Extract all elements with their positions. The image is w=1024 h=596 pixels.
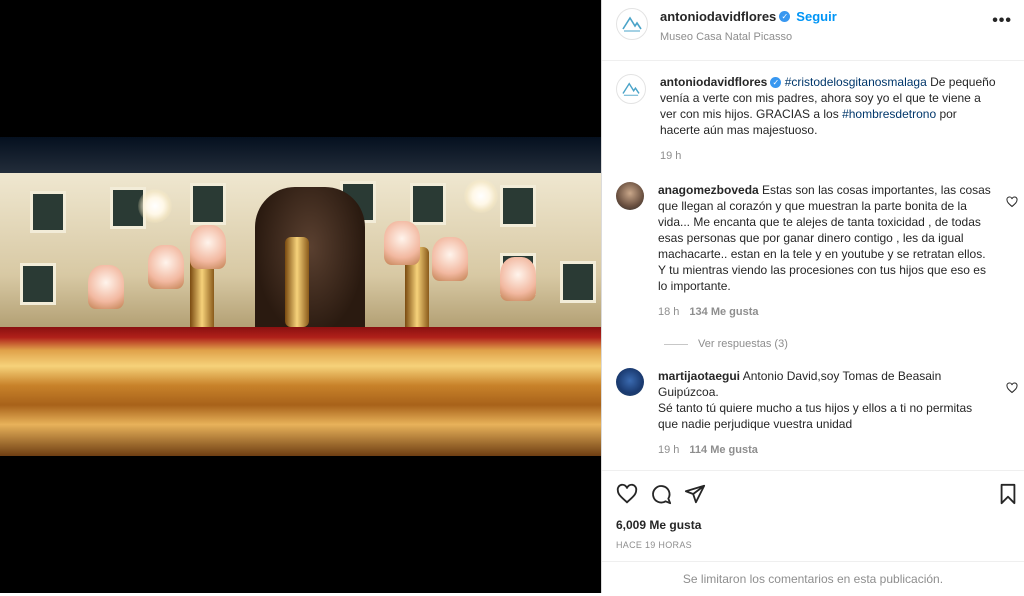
- comment-likes[interactable]: 134 Me gusta: [689, 306, 758, 318]
- post-media[interactable]: [0, 0, 601, 593]
- post-sidebar: antoniodavidflores ✓ Seguir Museo Casa Nat…: [601, 0, 1024, 593]
- comments-section[interactable]: antoniodavidflores ✓ #cristodelosgitanosm…: [602, 60, 1024, 470]
- photo-sky: [0, 137, 601, 177]
- like-comment-icon[interactable]: [1006, 196, 1018, 208]
- header-text: antoniodavidflores ✓ Seguir Museo Casa Nat…: [660, 8, 837, 43]
- replies-divider: [664, 343, 688, 345]
- hashtag-link[interactable]: #cristodelosgitanosmalaga: [785, 75, 927, 89]
- caption: antoniodavidflores ✓ #cristodelosgitanosm…: [602, 74, 1024, 164]
- candle-light: [88, 265, 124, 309]
- like-comment-icon[interactable]: [1006, 382, 1018, 394]
- comment-text: Estas son las cosas importantes, las cos…: [658, 183, 991, 293]
- candle-light: [384, 221, 420, 265]
- caption-username[interactable]: antoniodavidflores: [660, 75, 767, 89]
- hashtag-link[interactable]: #hombresdetrono: [842, 107, 936, 121]
- commenter-avatar[interactable]: [616, 182, 644, 210]
- comment-username[interactable]: martijaotaegui: [658, 369, 740, 383]
- candle-light: [432, 237, 468, 281]
- verified-icon: ✓: [770, 77, 782, 89]
- logo-icon: [622, 16, 642, 32]
- verified-icon: ✓: [779, 11, 791, 23]
- photo-window: [560, 261, 596, 303]
- street-lamp-light: [464, 179, 498, 213]
- photo-window: [500, 185, 536, 227]
- candle-light: [500, 257, 536, 301]
- likes-count[interactable]: 6,009 Me gusta: [616, 518, 701, 532]
- comment-text-continued: Sé tanto tú quiere mucho a tus hijos y e…: [658, 401, 973, 431]
- save-bookmark-icon[interactable]: [998, 483, 1018, 505]
- post-time[interactable]: HACE 19 HORAS: [616, 540, 692, 550]
- comment-item: anagomezboveda Estas son las cosas impor…: [602, 182, 1024, 320]
- logo-icon: [622, 82, 640, 96]
- view-replies-label: Ver respuestas (3): [698, 338, 788, 350]
- comment-time[interactable]: 19 h: [658, 444, 679, 456]
- comment-icon[interactable]: [650, 483, 672, 505]
- action-bar: [602, 470, 1024, 511]
- candle-light: [148, 245, 184, 289]
- comment-time[interactable]: 18 h: [658, 306, 679, 318]
- commenter-avatar[interactable]: [616, 368, 644, 396]
- street-lamp-light: [138, 189, 172, 223]
- comment-username[interactable]: anagomezboveda: [658, 183, 759, 197]
- comment-body: martijaotaegui Antonio David,soy Tomas d…: [658, 368, 994, 458]
- caption-time[interactable]: 19 h: [660, 148, 996, 164]
- more-options-icon[interactable]: •••: [992, 12, 1012, 30]
- share-icon[interactable]: [684, 483, 706, 505]
- comment-likes[interactable]: 114 Me gusta: [689, 444, 757, 456]
- caption-body: antoniodavidflores ✓ #cristodelosgitanosm…: [660, 74, 996, 164]
- comment-item: martijaotaegui Antonio David,soy Tomas d…: [602, 368, 1024, 458]
- comments-limited-notice: Se limitaron los comentarios en esta pub…: [602, 561, 1024, 594]
- avatar[interactable]: [616, 8, 648, 40]
- comment-body: anagomezboveda Estas son las cosas impor…: [658, 182, 994, 320]
- follow-button[interactable]: Seguir: [796, 9, 836, 24]
- caption-avatar[interactable]: [616, 74, 646, 104]
- header-username[interactable]: antoniodavidflores: [660, 9, 776, 24]
- like-icon[interactable]: [616, 483, 638, 505]
- photo-throne: [0, 327, 601, 456]
- view-replies-button[interactable]: Ver respuestas (3): [664, 338, 788, 350]
- candle-light: [190, 225, 226, 269]
- post-photo[interactable]: [0, 137, 601, 456]
- location-link[interactable]: Museo Casa Natal Picasso: [660, 31, 837, 43]
- post-header: antoniodavidflores ✓ Seguir Museo Casa Nat…: [602, 0, 1024, 61]
- photo-window: [30, 191, 66, 233]
- photo-window: [410, 183, 446, 225]
- photo-window: [190, 183, 226, 225]
- photo-statue: [255, 187, 365, 337]
- gold-column: [285, 237, 309, 327]
- photo-window: [20, 263, 56, 305]
